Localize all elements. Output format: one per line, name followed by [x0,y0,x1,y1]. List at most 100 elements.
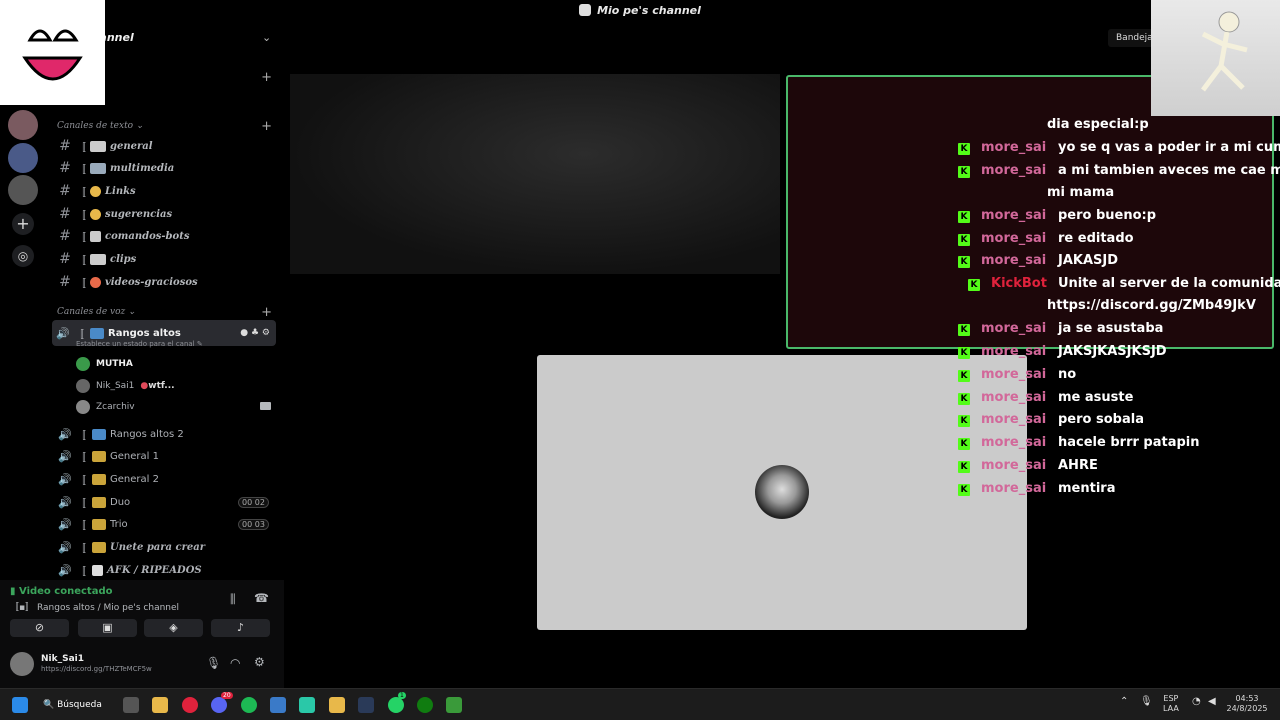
voice-category[interactable]: Canales de voz ⌄ [57,307,136,317]
server-icon-2[interactable] [8,143,38,173]
kick-icon: K [958,143,970,155]
noise-suppression-icon[interactable]: ⫼ [230,592,236,607]
opera-icon[interactable] [182,697,198,713]
headphones-icon[interactable]: ◠ [230,656,240,670]
channel-emoji-icon [92,496,106,508]
chevron-up-icon[interactable]: ⌃ [1120,697,1128,707]
add-text-channel-icon[interactable]: + [261,119,272,134]
video-tile[interactable] [290,74,780,274]
minecraft-icon[interactable] [446,697,462,713]
voice-channel[interactable]: 🔊 〚 General 1 [54,446,276,466]
chat-username: more_sai [981,458,1047,473]
screen-share-button[interactable]: ▣ [78,619,137,637]
app-icon[interactable] [299,697,315,713]
kick-icon: K [958,415,970,427]
discord-icon[interactable] [211,697,227,713]
kick-icon: K [958,393,970,405]
kick-icon: K [958,370,970,382]
camera-off-button[interactable]: ⊘ [10,619,69,637]
clock[interactable]: 04:53 24/8/2025 [1226,694,1268,714]
start-icon[interactable] [12,697,28,713]
pen-icon[interactable] [329,697,345,713]
video-tile[interactable] [537,355,1027,630]
chat-message: Kmore_sai ja se asustaba [958,321,1163,336]
voice-channel[interactable]: 🔊 〚 Rangos altos 2 [54,424,276,444]
camera-icon [260,402,271,410]
channel-emoji-icon [90,230,101,242]
voice-channel[interactable]: 🔊 〚 General 2 [54,469,276,489]
chat-text: hacele brrr patapin [1058,435,1200,450]
soundboard-button[interactable]: ♪ [211,619,270,637]
channel-emoji-icon [92,564,103,576]
channel-actions-icon[interactable]: ● ♣ ⚙ [240,328,270,338]
hash-icon: # [59,228,71,244]
signal-icon: ▮ [10,586,16,597]
channel-sugerencias[interactable]: # 〚 sugerencias [54,204,276,224]
window-title: Mio pe's channel [597,3,701,17]
chat-message: Kmore_sai JAKSJKASJKSJD [958,344,1167,359]
disconnect-icon[interactable]: ☎ [254,591,269,605]
add-channel-icon[interactable]: + [261,70,272,85]
user-name[interactable]: Nik_Sai1 [41,654,84,664]
volume-icon[interactable]: ◀ [1208,697,1216,707]
channel-multimedia[interactable]: # 〚 multimedia [54,158,276,178]
chevron-down-icon[interactable]: ⌄ [262,31,271,44]
chat-text: no [1058,367,1077,382]
avatar [76,379,90,393]
voice-user[interactable]: MUTHA [76,354,133,374]
app-icon[interactable] [270,697,286,713]
channel-emoji-icon [92,450,106,462]
chat-text: pero bueno:p [1058,208,1157,223]
channel-list: + licfel Canales de texto ⌄ + #〚general … [48,66,284,586]
microphone-icon[interactable]: 🎙 [1140,697,1153,707]
channel-videos-graciosos[interactable]: # 〚 videos-graciosos [54,272,276,292]
gear-icon[interactable]: ⚙ [254,655,265,669]
task-view-icon[interactable] [123,697,139,713]
kick-icon: K [968,279,980,291]
channel-general[interactable]: # 〚 general [54,136,276,156]
discover-icon[interactable]: ◎ [12,245,34,267]
chat-text: pero sobala [1058,412,1144,427]
activity-button[interactable]: ◈ [144,619,203,637]
microphone-icon[interactable]: 🎙 [206,656,221,670]
user-count-badge: 00 02 [238,497,269,508]
hash-icon: # [59,138,71,154]
channel-comandos-bots[interactable]: # 〚 comandos-bots [54,226,276,246]
search-button[interactable]: 🔍 Búsqueda [43,696,109,714]
server-icon-1[interactable] [8,110,38,140]
text-category[interactable]: Canales de texto ⌄ [57,121,144,131]
add-server-icon[interactable]: + [12,213,34,235]
speaker-icon: 🔊 [58,495,72,509]
kick-icon: K [958,256,970,268]
voice-location[interactable]: 〚▪〛 Rangos altos / Mio pe's channel [10,600,179,613]
chat-text: JAKSJKASJKSJD [1058,344,1167,359]
chat-continuation: dia especial:p [1047,117,1149,132]
add-voice-channel-icon[interactable]: + [261,305,272,320]
hash-icon: # [59,206,71,222]
wifi-icon[interactable]: ◔ [1192,697,1201,707]
voice-user[interactable]: Nik_Sai1 ● wtf... [76,376,175,396]
channel-status-hint[interactable]: Establece un estado para el canal ✎ [76,340,203,348]
notification-badge: 1 [398,692,406,699]
spotify-icon[interactable] [241,697,257,713]
steam-icon[interactable] [358,697,374,713]
voice-user[interactable]: Zcarchiv [76,397,135,417]
channel-clips[interactable]: # 〚 clips [54,249,276,269]
voice-status[interactable]: ▮ Video conectado [10,586,112,597]
xbox-icon[interactable] [417,697,433,713]
avatar[interactable] [10,652,34,676]
language-indicator[interactable]: ESP LAA [1163,694,1179,714]
chat-continuation: mi mama [1047,185,1115,200]
voice-channel[interactable]: 🔊 〚 AFK / RIPEADOS [54,560,276,580]
chat-text: ja se asustaba [1058,321,1164,336]
chat-message: Kmore_sai yo se q vas a poder ir a mi cum… [958,140,1280,155]
whatsapp-icon[interactable] [388,697,404,713]
kick-icon: K [958,211,970,223]
taskbar: 🔍 Búsqueda 20 1 ⌃ 🎙 ESP LAA ◔ ◀ 04:53 24/8… [0,688,1280,720]
channel-emoji-icon [92,428,106,440]
file-explorer-icon[interactable] [152,697,168,713]
skeleton-overlay [1151,0,1280,116]
voice-channel[interactable]: 🔊 〚 Unete para crear [54,537,276,557]
channel-links[interactable]: # 〚 Links [54,181,276,201]
server-icon-3[interactable] [8,175,38,205]
